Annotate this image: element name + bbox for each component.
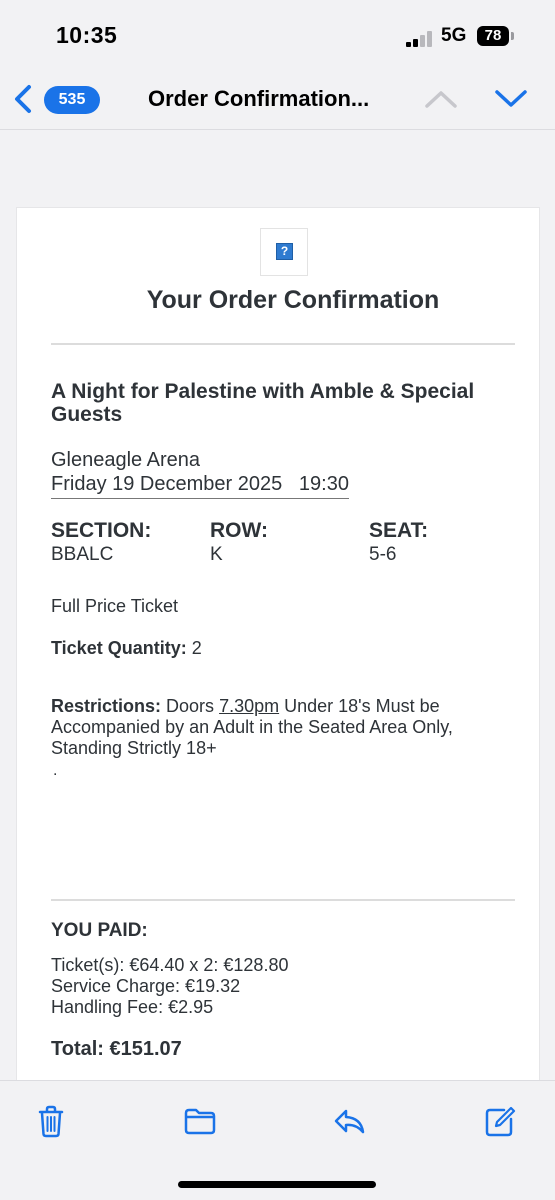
email-body-card: ? Your Order Confirmation A Night for Pa… (16, 207, 540, 1087)
handling-fee-line: Handling Fee: €2.95 (51, 997, 214, 1017)
signal-icon (406, 31, 436, 47)
divider (51, 343, 515, 345)
seat-info: SEAT: 5-6 (369, 519, 428, 566)
payment-breakdown: Ticket(s): €64.40 x 2: €128.80 Service C… (51, 955, 288, 1018)
order-total: Total: €151.07 (51, 1038, 182, 1060)
quantity-value: 2 (186, 638, 202, 658)
divider (51, 899, 515, 901)
battery-tip (511, 32, 514, 40)
seat-value: 5-6 (369, 544, 397, 565)
doors-time-link[interactable]: 7.30pm (219, 696, 279, 716)
restrictions-text-before: Doors (161, 696, 220, 716)
email-heading: Your Order Confirmation (146, 286, 440, 314)
row-label: ROW: (210, 519, 268, 542)
service-charge-line: Service Charge: €19.32 (51, 976, 241, 996)
event-title: A Night for Palestine with Amble & Speci… (51, 380, 475, 426)
event-datetime-link[interactable]: Friday 19 December 2025 19:30 (51, 473, 349, 499)
venue: Gleneagle Arena (51, 449, 201, 471)
row-info: ROW: K (210, 519, 268, 566)
section-value: BBALC (51, 544, 114, 565)
folder-icon[interactable] (183, 1103, 217, 1139)
unread-count-badge[interactable]: 535 (44, 86, 100, 114)
network-type: 5G (441, 25, 467, 46)
home-indicator (178, 1181, 376, 1188)
you-paid-heading: YOU PAID: (51, 920, 148, 941)
status-time: 10:35 (56, 22, 118, 48)
reply-icon[interactable] (332, 1103, 366, 1139)
missing-image-icon: ? (276, 243, 293, 260)
broken-image-placeholder: ? (260, 228, 308, 276)
back-chevron-icon[interactable] (12, 84, 34, 114)
section-info: SECTION: BBALC (51, 519, 151, 566)
row-value: K (210, 544, 223, 565)
seat-label: SEAT: (369, 519, 429, 542)
restrictions-label: Restrictions: (51, 696, 162, 716)
quantity-label: Ticket Quantity: (51, 638, 187, 658)
restrictions: Restrictions: Doors 7.30pm Under 18's Mu… (51, 696, 521, 759)
section-label: SECTION: (51, 519, 152, 542)
ticket-quantity: Ticket Quantity: 2 (51, 638, 202, 659)
trailing-dot: . (53, 762, 58, 779)
status-bar: 10:35 5G 78 (0, 0, 555, 72)
ticket-line: Ticket(s): €64.40 x 2: €128.80 (51, 955, 289, 975)
previous-message-icon[interactable] (424, 88, 458, 110)
ticket-type: Full Price Ticket (51, 596, 179, 616)
next-message-icon[interactable] (494, 88, 528, 110)
mail-nav-bar: 535 Order Confirmation... (0, 72, 555, 130)
battery-icon: 78 (477, 26, 509, 46)
nav-title: Order Confirmation... (148, 86, 370, 111)
trash-icon[interactable] (34, 1103, 68, 1139)
compose-icon[interactable] (482, 1103, 516, 1139)
